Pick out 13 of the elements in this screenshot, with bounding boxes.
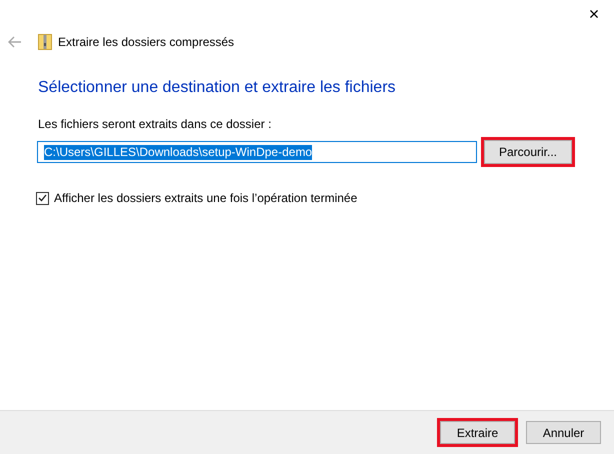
window-title: Extraire les dossiers compressés [58,34,234,51]
browse-button[interactable]: Parcourir... [484,140,572,164]
checkbox-label: Afficher les dossiers extraits une fois l’opération terminée [54,190,358,207]
destination-field[interactable]: C:\Users\GILLES\Downloads\setup-WinDpe-demo [37,141,477,163]
zip-folder-icon [38,34,52,50]
checkmark-icon [38,194,47,202]
close-button[interactable]: × [574,0,614,28]
field-label: Les fichiers seront extraits dans ce dossier : [38,116,272,133]
checkbox[interactable] [36,192,49,204]
dialog-heading: Sélectionner une destination et extraire les fichiers [38,78,397,98]
dialog-button[interactable]: Annuler [526,421,601,444]
field-value: C:\Users\GILLES\Downloads\setup-WinDpe-demo [44,144,312,160]
dialog-button[interactable]: Extraire [440,421,515,444]
